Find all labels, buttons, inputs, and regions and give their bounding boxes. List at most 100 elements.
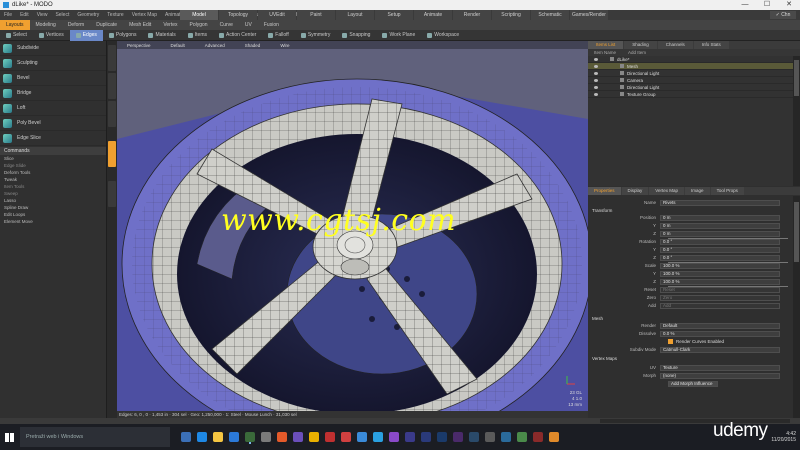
items-scrollbar[interactable] [793, 56, 800, 186]
command-spline-draw[interactable]: Spline Draw [0, 204, 106, 211]
store-icon[interactable] [229, 432, 239, 442]
item-row-directional-light[interactable]: Directional Light [588, 70, 793, 77]
app-icon-d[interactable] [341, 432, 351, 442]
items-sub-item-name[interactable]: Item Name [588, 50, 622, 55]
mode-fusion[interactable]: Fusion [258, 20, 285, 30]
property-field[interactable]: 100.0 % [660, 278, 780, 285]
property-field[interactable]: Add [660, 302, 780, 309]
steam-icon[interactable] [485, 432, 495, 442]
item-row-mesh[interactable]: Mesh [588, 63, 793, 70]
vtab-vertex[interactable] [108, 181, 116, 207]
tool-materials[interactable]: Materials [142, 30, 181, 41]
property-field[interactable]: Reset [660, 286, 780, 293]
visibility-eye-icon[interactable] [594, 64, 598, 68]
menu-geometry[interactable]: Geometry [73, 12, 103, 18]
3d-viewport[interactable]: PerspectiveDefaultAdvancedShadedWire [117, 41, 588, 418]
mode-polygon[interactable]: Polygon [184, 20, 214, 30]
close-button[interactable]: ✕ [778, 0, 800, 10]
subdiv-mode-select[interactable]: Catmull-Clark [660, 346, 780, 353]
layout-tab-uvedit[interactable]: UVEdit [258, 10, 296, 20]
visibility-eye-icon[interactable] [594, 57, 598, 61]
command-tweak[interactable]: Tweak [0, 176, 106, 183]
morph-select[interactable]: (none) [660, 372, 780, 379]
app-icon-g[interactable] [469, 432, 479, 442]
app-icon-j[interactable] [533, 432, 543, 442]
properties-scrollbar[interactable] [793, 196, 800, 418]
tool-button-subdivide[interactable]: Subdivide [0, 41, 106, 56]
property-field[interactable]: 100.0 % [660, 270, 780, 277]
app-icon-i[interactable] [517, 432, 527, 442]
props-tab-properties[interactable]: Properties [588, 187, 621, 195]
props-tab-display[interactable]: Display [621, 187, 649, 195]
app-icon-c[interactable] [325, 432, 335, 442]
after-effects-icon[interactable] [453, 432, 463, 442]
tool-polygons[interactable]: Polygons [103, 30, 143, 41]
layout-tab-animate[interactable]: Animate [414, 10, 452, 20]
app-icon-b[interactable] [309, 432, 319, 442]
render-curves-checkbox[interactable] [668, 339, 673, 344]
name-field[interactable]: Rivets [660, 199, 780, 206]
layout-tab-topology[interactable]: Topology [219, 10, 257, 20]
add-morph-influence-button[interactable]: Add Morph Influence [668, 380, 718, 387]
mode-vertex[interactable]: Vertex [157, 20, 183, 30]
menu-vertex-map[interactable]: Vertex Map [128, 12, 161, 18]
items-sub-add-item[interactable]: Add Item [622, 50, 652, 55]
command-deform-tools[interactable]: Deform Tools [0, 169, 106, 176]
viewport-menu-perspective[interactable]: Perspective [117, 43, 161, 48]
app-icon-f[interactable] [389, 432, 399, 442]
vtab-mesh-edit[interactable] [108, 141, 116, 167]
vtab-duplicate[interactable] [108, 101, 116, 127]
viewport-menu-wire[interactable]: Wire [270, 43, 299, 48]
tool-button-poly-bevel[interactable]: Poly Bevel [0, 116, 106, 131]
app-icon-a[interactable] [293, 432, 303, 442]
photoshop-icon[interactable] [437, 432, 447, 442]
props-tab-image[interactable]: Image [685, 187, 710, 195]
tool-button-bridge[interactable]: Bridge [0, 86, 106, 101]
props-tab-tool-props[interactable]: Tool Props [710, 187, 744, 195]
tool-falloff[interactable]: Falloff [262, 30, 295, 41]
uv-select[interactable]: Texture [660, 364, 780, 371]
start-button[interactable] [0, 424, 18, 450]
property-field[interactable]: Zero [660, 294, 780, 301]
tool-edges[interactable]: Edges [69, 29, 103, 41]
tool-button-bevel[interactable]: Bevel [0, 71, 106, 86]
visibility-eye-icon[interactable] [594, 78, 598, 82]
task-view-icon[interactable] [181, 432, 191, 442]
command-edge-slide[interactable]: Edge Slide [0, 162, 106, 169]
mode-duplicate[interactable]: Duplicate [90, 20, 123, 30]
item-row-dlike[interactable]: dLike* [588, 56, 793, 63]
tool-symmetry[interactable]: Symmetry [295, 30, 337, 41]
layout-tab-scripting[interactable]: Scripting [492, 10, 530, 20]
channel-toggle-button[interactable]: ✓ Chn [770, 11, 796, 19]
media-player-icon[interactable] [277, 432, 287, 442]
layout-tab-paint[interactable]: Paint [297, 10, 335, 20]
command-slice[interactable]: Slice [0, 155, 106, 162]
visibility-eye-icon[interactable] [594, 85, 598, 89]
app-icon-h[interactable] [501, 432, 511, 442]
minimize-button[interactable]: — [734, 0, 756, 10]
property-field[interactable]: 100.0 % [660, 262, 780, 269]
command-lasso[interactable]: Lasso [0, 197, 106, 204]
vtab-deform[interactable] [108, 73, 116, 99]
visibility-eye-icon[interactable] [594, 71, 598, 75]
items-tab-info-stats[interactable]: Info Stats [693, 41, 729, 49]
property-field[interactable]: 0.0 ° [660, 238, 780, 245]
viewport-menu-default[interactable]: Default [161, 43, 195, 48]
settings-icon[interactable] [261, 432, 271, 442]
vtab-basic[interactable] [108, 45, 116, 71]
tool-button-edge-slice[interactable]: Edge Slice [0, 131, 106, 146]
command-element-move[interactable]: Element Move [0, 218, 106, 225]
tool-button-sculpting[interactable]: Sculpting [0, 56, 106, 71]
mode-deform[interactable]: Deform [62, 20, 90, 30]
menu-texture[interactable]: Texture [103, 12, 127, 18]
file-explorer-icon[interactable] [213, 432, 223, 442]
property-field[interactable]: 0 m [660, 222, 780, 229]
visibility-eye-icon[interactable] [594, 92, 598, 96]
app-icon-e[interactable] [357, 432, 367, 442]
maximize-button[interactable]: ☐ [756, 0, 778, 10]
property-field[interactable]: 0.0 ° [660, 254, 780, 261]
viewport-menu-advanced[interactable]: Advanced [195, 43, 235, 48]
tool-select[interactable]: Select [0, 30, 33, 41]
tool-button-loft[interactable]: Loft [0, 101, 106, 116]
menu-select[interactable]: Select [51, 12, 73, 18]
